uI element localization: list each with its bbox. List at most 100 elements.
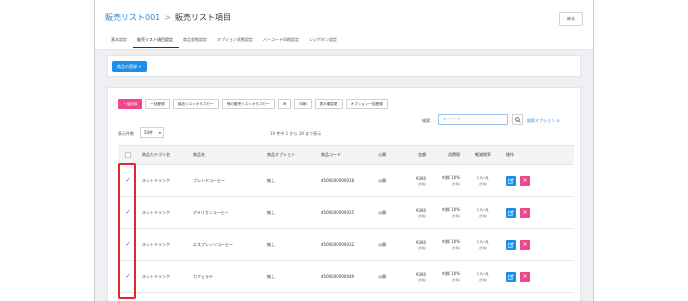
close-icon: ×: [522, 240, 528, 248]
edit-button[interactable]: [506, 239, 516, 250]
search-label: 検索:: [422, 118, 432, 123]
checkbox-highlight-box: [118, 163, 136, 299]
edit-button[interactable]: [506, 271, 516, 282]
select-all-cell: [118, 152, 138, 158]
cell-option: 無し: [267, 209, 275, 215]
price-value: ¥300: [415, 207, 426, 213]
table-header: 商品カテゴリ名 商品名 商品オプション 商品コード 公開 金額 消費税 軽減税率…: [118, 145, 574, 165]
cell-option: 無し: [267, 177, 275, 183]
table-row: ✓ ホットドリンク カフェラテ 無し 4500000000049 公開 ¥300…: [118, 261, 574, 293]
chevron-right-icon: >: [164, 13, 171, 22]
change-display-order-button[interactable]: 表示順変更: [314, 99, 343, 109]
register-panel: 商品の登録 +: [107, 55, 581, 77]
edit-icon: [508, 273, 514, 280]
cell-product-name: カフェラテ: [193, 273, 213, 279]
tax-note: (外税): [451, 246, 460, 250]
close-icon: ×: [522, 176, 528, 184]
chevron-down-icon: ▼: [158, 131, 161, 135]
bulk-delete-button[interactable]: 一括削除: [118, 99, 143, 109]
col-tax: 消費税: [448, 152, 460, 157]
copy-from-product-list-button[interactable]: 商品リストからコピー: [172, 99, 219, 109]
edit-button[interactable]: [506, 175, 516, 186]
option-bulk-register-button[interactable]: オプション一括登録: [345, 99, 388, 109]
col-price: 金額: [418, 152, 426, 157]
tax-value: 内税 10%: [441, 271, 460, 276]
cell-tax: 内税 10% (外税): [430, 207, 464, 218]
tab-barcode-print-settings[interactable]: バーコード印刷設定: [259, 35, 305, 48]
breadcrumb-parent-link[interactable]: 販売リスト001: [105, 12, 160, 23]
cell-reduced: いいえ (外税): [464, 271, 502, 282]
close-icon: ×: [522, 272, 528, 280]
reduced-note: (外税): [478, 278, 488, 282]
reduced-note: (外税): [478, 214, 488, 218]
cell-price: ¥300 (外税): [404, 240, 430, 250]
col-reduced-tax: 軽減税率: [475, 152, 491, 157]
price-note: (外税): [417, 213, 426, 218]
cell-actions: ×: [502, 175, 542, 186]
tax-note: (外税): [451, 278, 460, 282]
cell-public: 公開: [378, 241, 386, 247]
print-button[interactable]: 印刷: [294, 99, 312, 109]
tab-option-status-settings[interactable]: オプション状態設定: [213, 35, 259, 48]
search-options-link[interactable]: 検索オプション ⊙: [527, 118, 560, 124]
bulk-register-button[interactable]: 一括登録: [145, 99, 170, 109]
cell-tax: 内税 10% (外税): [430, 175, 464, 186]
cell-reduced: いいえ (外税): [464, 239, 502, 250]
edit-icon: [508, 241, 514, 248]
cell-option: 無し: [267, 241, 275, 247]
tax-value: 内税 10%: [441, 175, 460, 180]
product-table: 商品カテゴリ名 商品名 商品オプション 商品コード 公開 金額 消費税 軽減税率…: [118, 145, 574, 293]
table-row: ✓ ホットドリンク アメリカンコーヒー 無し 4500000000025 公開 …: [118, 197, 574, 229]
cell-price: ¥300 (外税): [404, 176, 430, 186]
cell-price: ¥300 (外税): [404, 272, 430, 282]
tax-value: 内税 10%: [441, 207, 460, 212]
delete-button[interactable]: ×: [520, 271, 530, 282]
breadcrumb: 販売リスト001 > 販売リスト項目: [105, 12, 231, 23]
search-button[interactable]: [512, 114, 523, 125]
tab-list-item-settings[interactable]: 販売リスト項目設定: [133, 35, 179, 48]
ir-button[interactable]: IR: [277, 99, 292, 109]
action-toolbar: 一括削除 一括登録 商品リストからコピー 他の販売リストからコピー IR 印刷 …: [118, 99, 388, 109]
reduced-note: (外税): [478, 182, 488, 186]
reduced-value: いいえ: [477, 207, 489, 212]
price-value: ¥300: [415, 175, 426, 181]
search-options-label: 検索オプション: [527, 118, 555, 123]
page-size-select[interactable]: 50件 ▼: [140, 127, 164, 138]
page-size-value: 50件: [144, 129, 154, 135]
cell-option: 無し: [267, 273, 275, 279]
cell-category: ホットドリンク: [142, 241, 170, 247]
search-input[interactable]: キーワード: [438, 114, 508, 125]
cell-reduced: いいえ (外税): [464, 207, 502, 218]
price-note: (外税): [417, 181, 426, 186]
result-range-text: 19 件中 1 から 19 まで表示: [270, 131, 322, 136]
cell-public: 公開: [378, 273, 386, 279]
delete-button[interactable]: ×: [520, 239, 530, 250]
settings-circle-icon: ⊙: [556, 118, 560, 123]
copy-from-other-list-button[interactable]: 他の販売リストからコピー: [221, 99, 275, 109]
cell-actions: ×: [502, 207, 542, 218]
list-panel: 一括削除 一括登録 商品リストからコピー 他の販売リストからコピー IR 印刷 …: [107, 87, 581, 301]
select-all-checkbox[interactable]: [125, 152, 131, 158]
cell-product-name: アメリカンコーヒー: [193, 209, 229, 215]
tab-register-button-settings[interactable]: レジボタン設定: [305, 35, 343, 48]
col-category: 商品カテゴリ名: [142, 152, 170, 157]
col-public: 公開: [378, 152, 386, 157]
tab-basic-settings[interactable]: 基本設定: [107, 35, 133, 48]
table-row: ✓ ホットドリンク エスプレッソコーヒー 無し 4500000000032 公開…: [118, 229, 574, 261]
delete-button[interactable]: ×: [520, 207, 530, 218]
tab-bar: 基本設定 販売リスト項目設定 商品状態設定 オプション状態設定 バーコード印刷設…: [107, 35, 343, 48]
edit-button[interactable]: [506, 207, 516, 218]
back-button[interactable]: 戻る: [559, 12, 583, 26]
cell-tax: 内税 10% (外税): [430, 271, 464, 282]
cell-public: 公開: [378, 177, 386, 183]
edit-icon: [508, 177, 514, 184]
tab-product-status-settings[interactable]: 商品状態設定: [179, 35, 213, 48]
count-label: 表示件数: [118, 131, 134, 136]
cell-code: 4500000000049: [321, 274, 355, 279]
delete-button[interactable]: ×: [520, 175, 530, 186]
register-product-button[interactable]: 商品の登録 +: [112, 61, 147, 72]
col-actions: 操作: [506, 152, 514, 157]
cell-reduced: いいえ (外税): [464, 175, 502, 186]
tax-note: (外税): [451, 182, 460, 186]
col-product-option: 商品オプション: [267, 152, 295, 157]
